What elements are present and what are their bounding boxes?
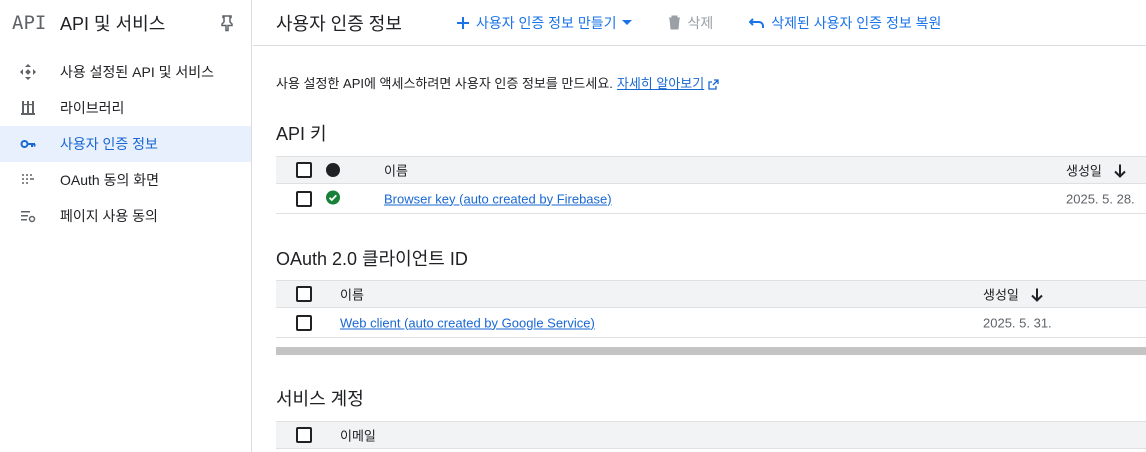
create-credentials-label: 사용자 인증 정보 만들기 [476,14,617,31]
create-credentials-button[interactable]: 사용자 인증 정보 만들기 [456,13,633,33]
main-content: 사용자 인증 정보 사용자 인증 정보 만들기 삭제 삭제된 사용자 인증 정보… [253,0,1146,452]
page-title: 사용자 인증 정보 [276,13,402,34]
sidebar-item-label: 사용자 인증 정보 [60,136,158,152]
trash-icon [669,15,681,30]
delete-label: 삭제 [687,14,714,31]
column-name[interactable]: 이름 [340,285,364,304]
table-header: 이메일 [276,421,1146,449]
diamond-arrows-icon [20,64,36,80]
key-icon [20,136,36,152]
check-circle-icon [326,190,340,207]
sidebar-item-library[interactable]: 라이브러리 [0,90,251,126]
status-column-icon [326,163,340,177]
column-name[interactable]: 이름 [384,161,408,180]
oauth-table: 이름 생성일 Web client (auto created by Googl… [276,280,1146,338]
intro-text: 사용 설정한 API에 액세스하려면 사용자 인증 정보를 만드세요. 자세히 알… [276,73,719,92]
sidebar-header: API API 및 서비스 [0,0,251,46]
row-checkbox[interactable] [296,314,312,331]
learn-more-link[interactable]: 자세히 알아보기 [617,76,704,91]
oauth-client-link[interactable]: Web client (auto created by Google Servi… [340,315,595,330]
library-icon [20,100,36,116]
sidebar-item-oauth-consent[interactable]: OAuth 동의 화면 [0,162,251,198]
delete-button[interactable]: 삭제 [668,13,713,33]
api-keys-title: API 키 [276,124,327,144]
undo-icon [749,17,765,28]
horizontal-scrollbar[interactable] [276,347,1146,355]
api-key-link[interactable]: Browser key (auto created by Firebase) [384,191,612,206]
column-created-label: 생성일 [1066,163,1102,179]
intro-message: 사용 설정한 API에 액세스하려면 사용자 인증 정보를 만드세요. [276,76,613,91]
sidebar-item-label: 라이브러리 [60,100,125,116]
table-row: Browser key (auto created by Firebase) 2… [276,184,1146,214]
sidebar-nav: 사용 설정된 API 및 서비스 라이브러리 사용자 인증 정보 OAuth 동… [0,54,251,234]
column-created[interactable]: 생성일 [983,285,1043,304]
sidebar-title: API 및 서비스 [60,14,166,34]
table-header: 이름 생성일 [276,156,1146,184]
column-created[interactable]: 생성일 [1066,161,1126,180]
caret-down-icon [622,19,633,25]
sidebar-item-label: 사용 설정된 API 및 서비스 [60,64,215,80]
external-link-icon [708,79,719,90]
select-all-checkbox[interactable] [296,286,312,302]
service-accounts-table: 이메일 [276,421,1146,449]
row-checkbox[interactable] [296,190,312,207]
created-date: 2025. 5. 31. [983,315,1052,330]
sidebar-item-credentials[interactable]: 사용자 인증 정보 [0,126,251,162]
column-email[interactable]: 이메일 [340,426,376,445]
table-header: 이름 생성일 [276,280,1146,308]
table-row: Web client (auto created by Google Servi… [276,308,1146,338]
restore-label: 삭제된 사용자 인증 정보 복원 [771,14,942,31]
api-keys-table: 이름 생성일 Browser key (auto created by Fire… [276,156,1146,214]
arrow-down-icon [1031,288,1043,302]
sidebar-item-page-consent[interactable]: 페이지 사용 동의 [0,198,251,234]
sidebar-item-label: OAuth 동의 화면 [60,172,159,188]
sidebar-item-label: 페이지 사용 동의 [60,208,158,224]
restore-credentials-button[interactable]: 삭제된 사용자 인증 정보 복원 [749,13,941,33]
api-logo: API [12,12,47,34]
arrow-down-icon [1114,164,1126,178]
oauth-title: OAuth 2.0 클라이언트 ID [276,249,468,269]
settings-list-icon [20,208,36,224]
toolbar: 사용자 인증 정보 사용자 인증 정보 만들기 삭제 삭제된 사용자 인증 정보… [253,0,1146,46]
service-accounts-title: 서비스 계정 [276,389,364,409]
plus-icon [457,16,469,29]
select-all-checkbox[interactable] [296,427,312,443]
column-created-label: 생성일 [983,287,1019,303]
select-all-checkbox[interactable] [296,162,312,178]
pin-icon[interactable] [219,14,235,32]
sidebar: API API 및 서비스 사용 설정된 API 및 서비스 라이브러리 사용자… [0,0,252,452]
sidebar-item-enabled-apis[interactable]: 사용 설정된 API 및 서비스 [0,54,251,90]
created-date: 2025. 5. 28. [1066,191,1135,206]
dots-grid-icon [20,172,36,188]
